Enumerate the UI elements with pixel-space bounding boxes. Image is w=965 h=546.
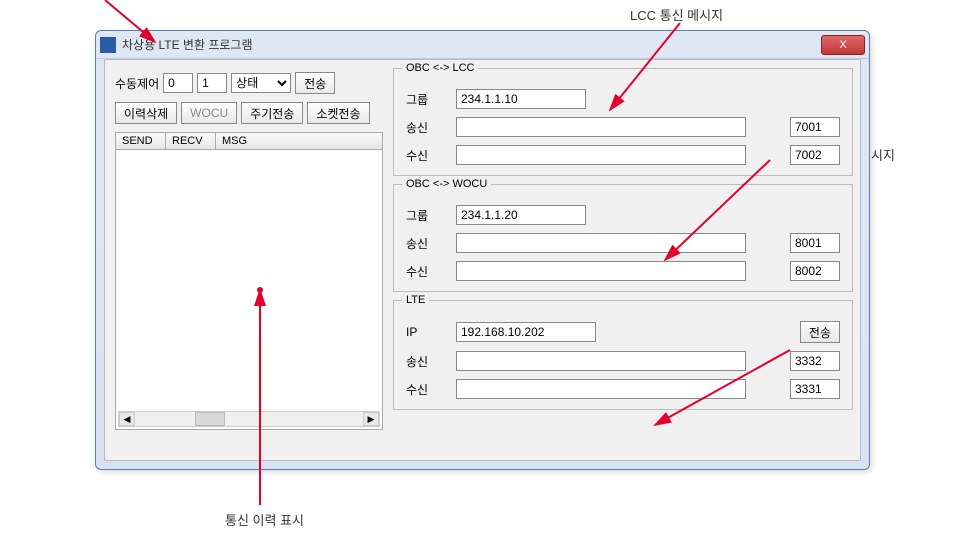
right-pane: OBC <-> LCC 그룹 송신 수신 OBC <-> WO <box>393 68 853 418</box>
lte-send-label: 송신 <box>406 353 446 370</box>
grid-header: SEND RECV MSG <box>115 132 383 150</box>
col-recv[interactable]: RECV <box>166 133 216 149</box>
close-button[interactable]: X <box>821 35 865 55</box>
state-select[interactable]: 상태 <box>231 73 291 93</box>
manual-input-2[interactable] <box>197 73 227 93</box>
wocu-send-label: 송신 <box>406 235 446 252</box>
action-buttons-row: 이력삭제 WOCU 주기전송 소켓전송 <box>115 102 383 124</box>
lte-send-input[interactable] <box>456 351 746 371</box>
lte-recv-port[interactable] <box>790 379 840 399</box>
scroll-right-arrow[interactable]: ▶ <box>363 412 379 426</box>
lte-recv-input[interactable] <box>456 379 746 399</box>
wocu-send-port[interactable] <box>790 233 840 253</box>
scroll-left-arrow[interactable]: ◀ <box>119 412 135 426</box>
col-send[interactable]: SEND <box>116 133 166 149</box>
wocu-recv-input[interactable] <box>456 261 746 281</box>
left-pane: 수동제어 상태 전송 이력삭제 WOCU 주기전송 소켓전송 SEND RECV… <box>115 72 383 430</box>
window-title: 차상용 LTE 변환 프로그램 <box>122 36 821 53</box>
wocu-group-title: OBC <-> WOCU <box>402 178 491 190</box>
wocu-group: OBC <-> WOCU 그룹 송신 수신 <box>393 184 853 292</box>
annotation-history: 통신 이력 표시 <box>225 510 304 529</box>
manual-label: 수동제어 <box>115 75 159 92</box>
lte-ip-input[interactable] <box>456 322 596 342</box>
wocu-recv-port[interactable] <box>790 261 840 281</box>
manual-control-row: 수동제어 상태 전송 <box>115 72 383 94</box>
lcc-send-input[interactable] <box>456 117 746 137</box>
titlebar[interactable]: 차상용 LTE 변환 프로그램 X <box>96 31 869 59</box>
annotation-lcc: LCC 통신 메시지 <box>630 5 723 24</box>
col-msg[interactable]: MSG <box>216 133 382 149</box>
lte-group: LTE IP 전송 송신 수신 <box>393 300 853 410</box>
grid-body[interactable]: ◀ ▶ <box>115 150 383 430</box>
lte-recv-label: 수신 <box>406 381 446 398</box>
wocu-send-input[interactable] <box>456 233 746 253</box>
app-icon <box>100 37 116 53</box>
lcc-group: OBC <-> LCC 그룹 송신 수신 <box>393 68 853 176</box>
wocu-recv-label: 수신 <box>406 263 446 280</box>
lcc-send-label: 송신 <box>406 119 446 136</box>
lte-ip-label: IP <box>406 325 446 339</box>
lcc-group-title: OBC <-> LCC <box>402 62 478 74</box>
wocu-button[interactable]: WOCU <box>181 102 237 124</box>
client-area: 수동제어 상태 전송 이력삭제 WOCU 주기전송 소켓전송 SEND RECV… <box>104 59 861 461</box>
lcc-recv-port[interactable] <box>790 145 840 165</box>
wocu-group-label: 그룹 <box>406 207 446 224</box>
manual-input-1[interactable] <box>163 73 193 93</box>
lte-group-title: LTE <box>402 294 429 306</box>
app-window: 차상용 LTE 변환 프로그램 X 수동제어 상태 전송 이력삭제 WOCU 주… <box>95 30 870 470</box>
lcc-recv-label: 수신 <box>406 147 446 164</box>
wocu-group-input[interactable] <box>456 205 586 225</box>
scroll-thumb[interactable] <box>195 412 225 426</box>
horizontal-scrollbar[interactable]: ◀ ▶ <box>118 411 380 427</box>
socket-send-button[interactable]: 소켓전송 <box>307 102 369 124</box>
lcc-group-label: 그룹 <box>406 91 446 108</box>
lte-send-button[interactable]: 전송 <box>800 321 840 343</box>
lcc-send-port[interactable] <box>790 117 840 137</box>
lte-send-port[interactable] <box>790 351 840 371</box>
lcc-group-input[interactable] <box>456 89 586 109</box>
send-button[interactable]: 전송 <box>295 72 335 94</box>
lcc-recv-input[interactable] <box>456 145 746 165</box>
periodic-send-button[interactable]: 주기전송 <box>241 102 303 124</box>
delete-history-button[interactable]: 이력삭제 <box>115 102 177 124</box>
